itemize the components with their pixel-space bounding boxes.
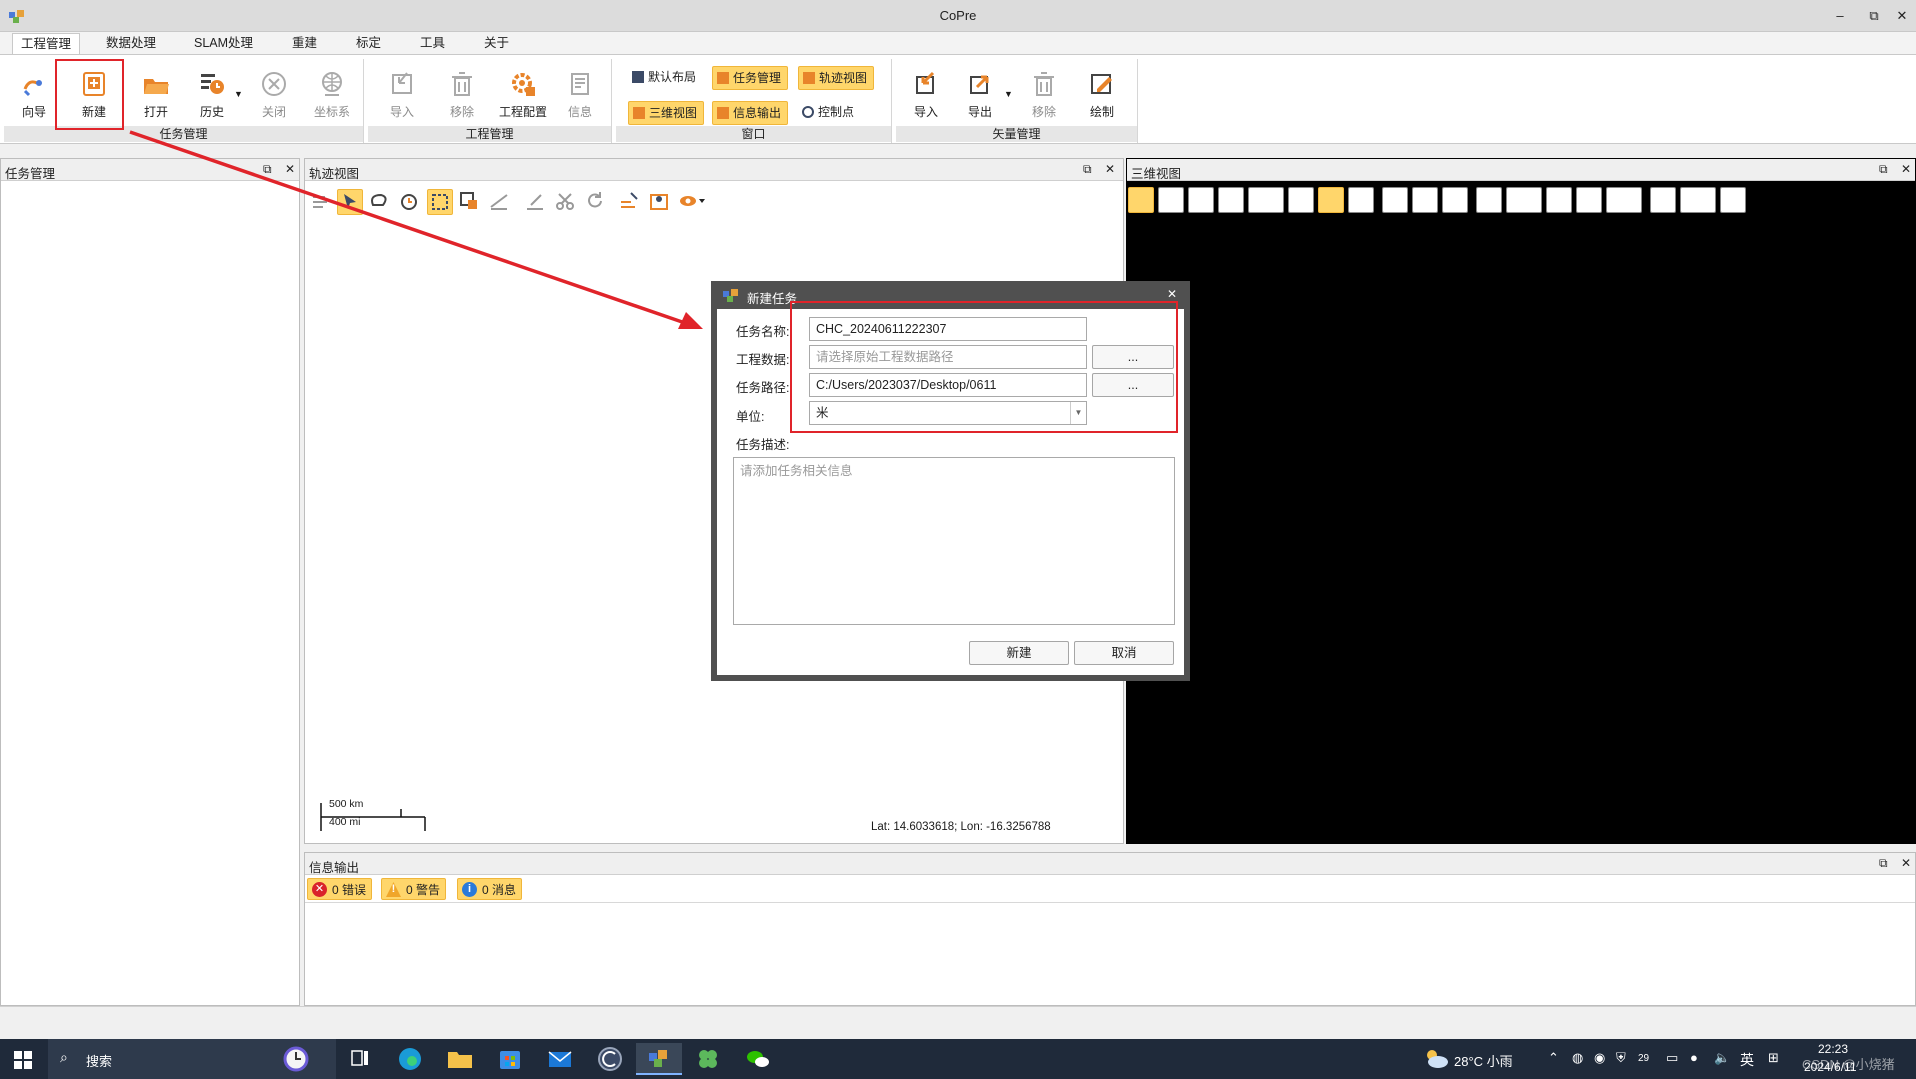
tray-expand-icon[interactable]: ⌃ xyxy=(1548,1050,1559,1066)
dialog-close-button[interactable]: ✕ xyxy=(1167,287,1177,301)
copre-taskbar-icon[interactable] xyxy=(636,1043,682,1075)
dialog-cancel-button[interactable]: 取消 xyxy=(1074,641,1174,665)
tray-app-icon-2[interactable]: ◉ xyxy=(1594,1050,1605,1066)
new-task-dialog: 新建任务 ✕ 任务名称: CHC_20240611222307 工程数据: 请选… xyxy=(711,281,1190,681)
project-data-label: 工程数据: xyxy=(736,353,790,367)
edge-browser-icon[interactable] xyxy=(390,1043,430,1075)
keyboard-grid-icon[interactable]: ⊞ xyxy=(1768,1050,1779,1066)
taskbar: ⌕ 搜索 28°C 小雨 ⌃ ◍ ◉ ⛨ 29 ▭ ● 🔈 英 ⊞ 22:23 … xyxy=(0,1039,1916,1079)
search-placeholder: 搜索 xyxy=(86,1054,113,1069)
watermark-text: CSDN @小烧猪 xyxy=(1802,1057,1895,1072)
task-description-label: 任务描述: xyxy=(736,438,790,452)
network-icon[interactable]: ▭ xyxy=(1666,1050,1678,1066)
tray-badge-count: 29 xyxy=(1638,1053,1650,1064)
weather-icon xyxy=(1427,1050,1448,1068)
task-description-textarea[interactable]: 请添加任务相关信息 xyxy=(733,457,1175,625)
task-view-icon[interactable] xyxy=(340,1043,380,1075)
file-explorer-icon[interactable] xyxy=(440,1043,480,1075)
clover-app-icon[interactable] xyxy=(688,1043,728,1075)
tray-shield-icon[interactable]: ⛨ xyxy=(1616,1050,1626,1066)
tray-app-icon-1[interactable]: ◍ xyxy=(1572,1050,1583,1066)
store-icon[interactable] xyxy=(490,1043,530,1075)
dialog-app-icon xyxy=(723,289,738,302)
task-path-label: 任务路径: xyxy=(736,381,790,395)
task-name-label: 任务名称: xyxy=(736,325,790,339)
weather-text[interactable]: 28°C 小雨 xyxy=(1454,1051,1513,1070)
unit-label: 单位: xyxy=(736,410,765,424)
search-icon: ⌕ xyxy=(60,1049,68,1065)
dialog-create-button[interactable]: 新建 xyxy=(969,641,1069,665)
ime-indicator[interactable]: 英 xyxy=(1740,1050,1754,1070)
app-c-icon[interactable] xyxy=(590,1043,630,1075)
search-highlight-icon xyxy=(283,1046,309,1072)
wechat-tray-icon[interactable]: ● xyxy=(1690,1050,1698,1065)
windows-start-icon[interactable] xyxy=(14,1051,32,1069)
taskbar-search-box[interactable]: ⌕ 搜索 xyxy=(48,1039,336,1079)
volume-icon[interactable]: 🔈 xyxy=(1714,1050,1730,1066)
mail-icon[interactable] xyxy=(540,1043,580,1075)
wechat-icon[interactable] xyxy=(738,1043,778,1075)
dialog-fields-highlight xyxy=(790,301,1178,433)
